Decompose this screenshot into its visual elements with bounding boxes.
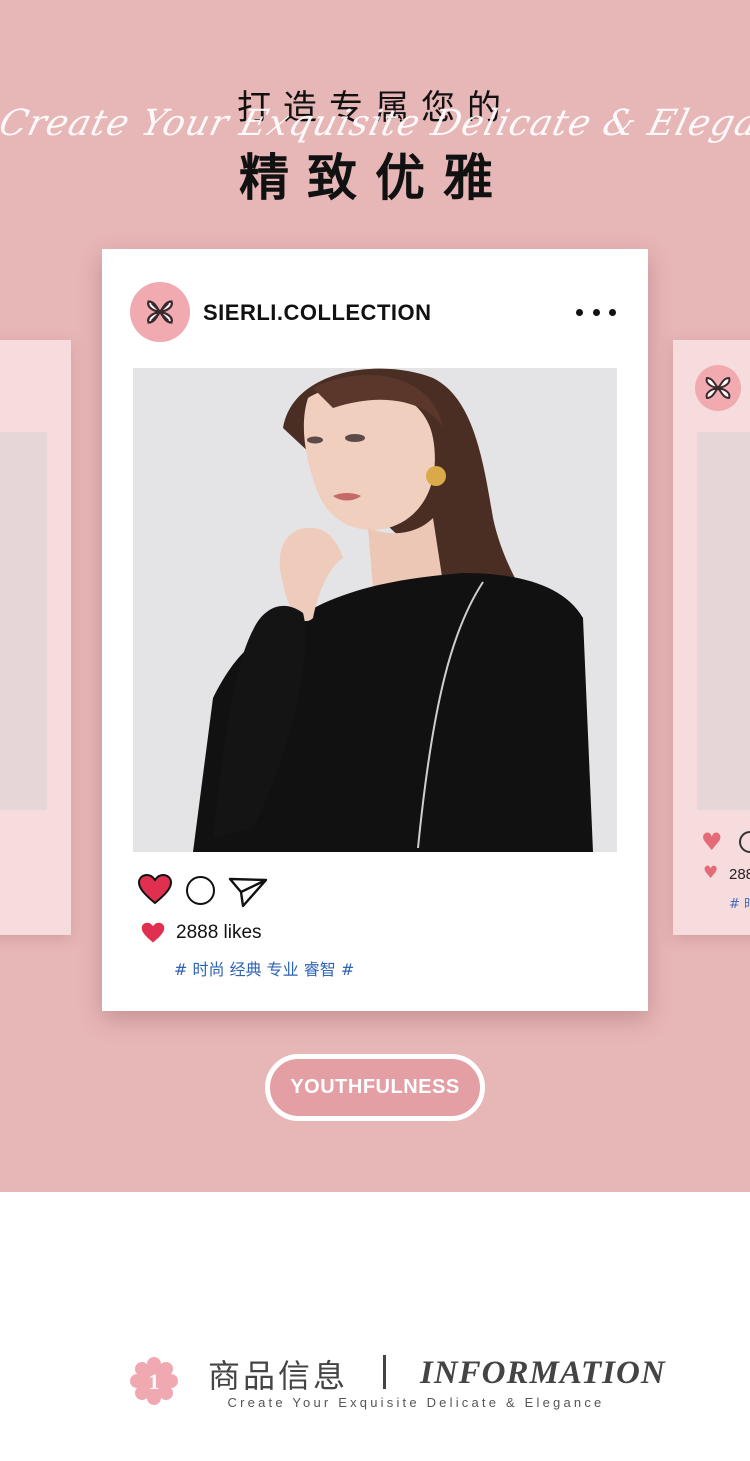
like-button-heart-icon[interactable]	[137, 873, 173, 909]
brand-logo-icon	[695, 365, 741, 411]
section-divider	[383, 1355, 386, 1389]
likes-heart-icon	[141, 922, 165, 948]
post-username[interactable]: SIERLI.COLLECTION	[203, 300, 432, 326]
share-paper-plane-icon[interactable]	[228, 876, 268, 912]
brand-avatar[interactable]	[130, 282, 190, 342]
heart-icon[interactable]: ♥	[701, 828, 723, 856]
side-likes-count: 288	[729, 866, 750, 883]
headline-main: 精致优雅	[239, 149, 511, 207]
section-number: 1	[149, 1369, 160, 1394]
side-post-card-left[interactable]	[0, 340, 71, 935]
section-title-cn: 商品信息	[208, 1357, 349, 1395]
comment-icon[interactable]	[739, 831, 750, 853]
section-subtitle: Create Your Exquisite Delicate & Eleganc…	[227, 1395, 605, 1410]
side-post-image-placeholder	[0, 432, 47, 810]
side-post-card-right[interactable]: ♥ ♥ 288 # 时	[673, 340, 750, 935]
comment-icon[interactable]	[186, 876, 215, 905]
side-hashtags[interactable]: # 时	[729, 893, 750, 912]
post-hashtags[interactable]: # 时尚 经典 专业 睿智 #	[174, 956, 354, 980]
section-title-en: INFORMATION	[420, 1355, 666, 1391]
instagram-post-card: SIERLI.COLLECTION 2888 likes # 时尚 经典 专业 …	[102, 249, 648, 1011]
likes-count: 2888 likes	[176, 922, 262, 943]
side-post-image-placeholder	[697, 432, 750, 810]
youthfulness-tag-button[interactable]: YOUTHFULNESS	[265, 1054, 485, 1121]
like-count-heart-icon: ♥	[703, 863, 719, 883]
brand-logo-icon	[147, 300, 173, 324]
hero-banner: 打造专属您的 Create Your Exquisite Delicate & …	[0, 0, 750, 1192]
post-photo[interactable]	[133, 368, 617, 852]
more-horizontal-icon[interactable]	[576, 297, 616, 327]
